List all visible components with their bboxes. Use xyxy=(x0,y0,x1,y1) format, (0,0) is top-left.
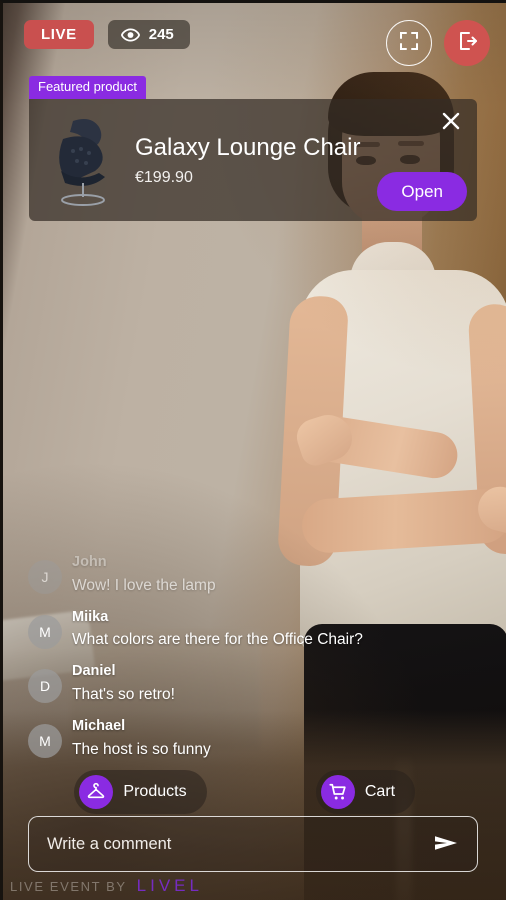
chat-author: John xyxy=(72,553,107,570)
chat-author: Daniel xyxy=(72,663,116,680)
stream-controls-group xyxy=(386,20,490,66)
live-badge: LIVE xyxy=(24,20,94,49)
chat-text: That's so retro! xyxy=(72,686,175,704)
product-card-body[interactable]: Galaxy Lounge Chair €199.90 Open xyxy=(29,99,477,222)
avatar: J xyxy=(28,559,62,594)
footer-by-label: LIVE EVENT BY xyxy=(10,879,127,894)
cart-label: Cart xyxy=(364,783,396,800)
chat-author: Miika xyxy=(72,608,109,625)
powered-by-footer: LIVE EVENT BY LIVEL xyxy=(10,876,203,896)
products-label: Products xyxy=(123,783,187,800)
comment-input[interactable] xyxy=(47,834,429,854)
lounge-chair-thumbnail xyxy=(43,111,127,209)
products-button[interactable]: Products xyxy=(74,770,207,814)
avatar: M xyxy=(28,614,62,649)
eye-icon xyxy=(120,28,140,42)
comment-composer[interactable] xyxy=(28,816,478,872)
open-product-button[interactable]: Open xyxy=(377,172,467,212)
hanger-icon xyxy=(79,775,114,809)
footer-brand-label: LIVEL xyxy=(136,876,203,895)
shopping-cart-icon xyxy=(320,775,355,809)
stream-status-group: LIVE 245 xyxy=(24,20,190,49)
send-comment-button[interactable] xyxy=(429,827,463,861)
chat-text: Wow! I love the lamp xyxy=(72,576,216,594)
live-chat-list: J John Wow! I love the lamp M Miika What… xyxy=(28,552,428,762)
avatar: D xyxy=(28,669,62,704)
avatar: M xyxy=(28,724,62,759)
chat-message: J John Wow! I love the lamp xyxy=(28,552,428,598)
chat-text: The host is so funny xyxy=(72,740,211,758)
cart-button[interactable]: Cart xyxy=(315,770,416,814)
chat-message: M Miika What colors are there for the Of… xyxy=(28,607,428,653)
chat-message: M Michael The host is so funny xyxy=(28,716,428,762)
send-icon xyxy=(433,833,459,856)
fullscreen-icon xyxy=(399,31,419,56)
featured-product-card: Featured product Galaxy Lounge Chair €19… xyxy=(29,76,477,222)
exit-icon xyxy=(456,30,478,57)
exit-stream-button[interactable] xyxy=(444,20,490,66)
chat-text: What colors are there for the Office Cha… xyxy=(72,631,363,649)
fullscreen-button[interactable] xyxy=(386,20,432,66)
viewer-count-value: 245 xyxy=(148,26,174,43)
close-product-card-button[interactable] xyxy=(439,111,463,135)
featured-product-tag: Featured product xyxy=(29,76,147,100)
chat-message: D Daniel That's so retro! xyxy=(28,661,428,707)
product-title: Galaxy Lounge Chair xyxy=(135,133,361,161)
stream-action-bar: Products Cart xyxy=(28,770,478,814)
viewer-count-badge: 245 xyxy=(107,20,190,49)
chat-author: Michael xyxy=(72,718,126,735)
close-icon xyxy=(441,111,461,136)
live-stream-player: LIVE 245 Featured product Galaxy Lounge … xyxy=(0,0,506,900)
stream-top-bar: LIVE 245 xyxy=(0,0,506,72)
